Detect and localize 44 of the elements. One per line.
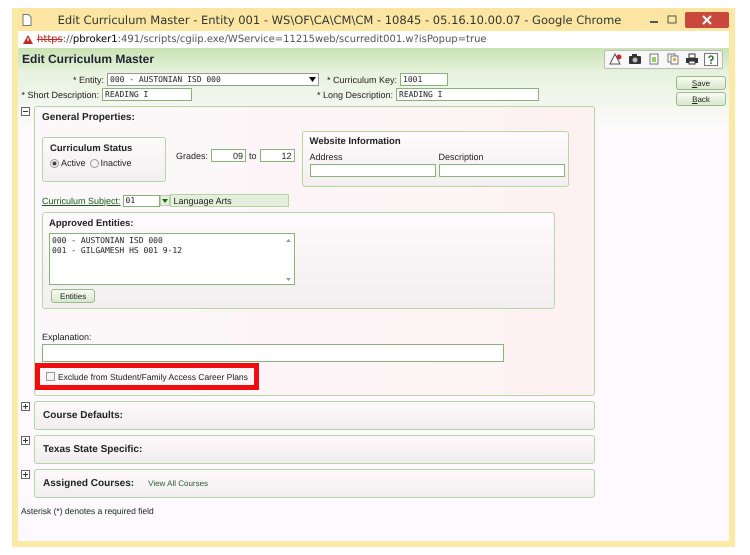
radio-label: Active [61,158,86,168]
field-label: * Short Description: [21,90,99,100]
radio-option[interactable]: Active [50,158,86,168]
grade-from-field[interactable]: 09 [211,149,246,162]
group-title: Approved Entities: [49,218,134,229]
address-bar[interactable]: https://pbroker1:491/scripts/cgiip.exe/WService=11215web/scurredit001.w?isPopup=true [18,31,729,48]
view-all-link[interactable]: View All Courses [148,479,208,488]
field-label: * Curriculum Key: [327,74,398,84]
radio-option[interactable]: Inactive [90,158,132,168]
explanation-label: Explanation: [42,332,92,342]
subject-code-field[interactable]: 01 [122,194,160,206]
grades-label: Grades: [176,150,208,160]
checkbox-label: Exclude from Student/Family Access Career Plans [58,372,249,382]
to-label: to [249,150,257,160]
action-button[interactable]: Back [676,92,726,106]
input-field[interactable]: READING I [396,88,540,101]
action-button[interactable]: Save [676,76,726,90]
subject-link[interactable]: Curriculum Subject: [42,196,121,206]
entity-list[interactable]: 000 - AUSTONIAN ISD 000 001 - GILGAMESH HS 001 9-12 [49,233,295,285]
window-title: Edit Curriculum Master - Entity 001 - WS\OF\CA\CM\CM - 10845 - 05.16.10.00.07 - Google Chrome [56,12,622,26]
entities-button[interactable]: Entities [51,289,96,303]
field-label: * Entity: [72,74,104,84]
grade-to-field[interactable]: 12 [260,149,295,162]
column-label: Description [438,152,485,162]
url-host: pbroker1 [72,34,118,45]
page-title: Edit Curriculum Master [22,52,154,66]
field-label: * Long Description: [317,90,394,100]
section-title: Texas State Specific: [43,444,142,455]
list-item[interactable]: 001 - GILGAMESH HS 001 9-12 [52,246,182,256]
column-label: Address [310,152,344,162]
input-field[interactable]: 1001 [400,73,448,86]
radio-label: Inactive [100,158,132,168]
url-scheme: https [37,34,63,45]
footnote: Asterisk (*) denotes a required field [21,506,155,516]
entity-select[interactable]: 000 - AUSTONIAN ISD 000 [107,73,319,86]
section-title: General Properties: [42,112,135,123]
section-title: Assigned Courses: [43,478,134,489]
url-path: :491/scripts/cgiip.exe/WService=11215web/scurredit001.w?isPopup=true [118,34,487,45]
section-title: Course Defaults: [43,410,124,421]
input-field[interactable]: READING I [102,88,192,101]
group-title: Website Information [310,136,402,147]
url-separator: :// [62,34,73,45]
group-title: Curriculum Status [50,143,134,154]
list-item[interactable]: 000 - AUSTONIAN ISD 000 [52,236,182,246]
